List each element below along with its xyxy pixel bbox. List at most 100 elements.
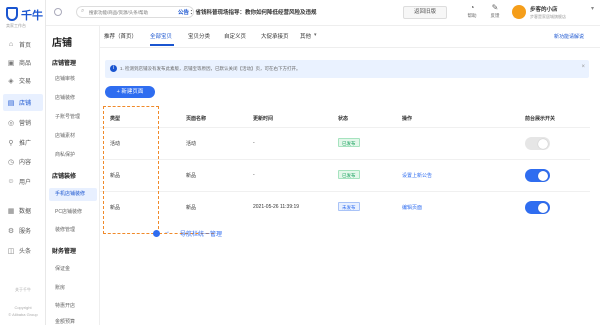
help-label: 帮助 xyxy=(467,13,477,18)
submenu-group-title: 财务管理 xyxy=(52,249,77,255)
rail-item-label: 商品 xyxy=(19,61,32,67)
submenu-item[interactable]: 店铺装修 xyxy=(55,94,75,101)
order-icon: ◈ xyxy=(8,77,14,85)
rail-item-shop[interactable]: ▤ 店铺 xyxy=(3,94,43,111)
alert-text: 1. 检测到店铺没有发布此素版，店铺宝等原因，已默认关闭【活动】页，可在右下方打… xyxy=(120,66,301,71)
main-content: 推荐（首页） 全部宝贝 宝贝分类 自定义页 大促承接页 其他 ▾ 新功能请解说 … xyxy=(100,26,600,325)
shop-subtitle: 步客是家居城旗舰店 xyxy=(530,14,566,19)
user-icon: ☺ xyxy=(7,178,15,185)
arrow-right-icon: → xyxy=(164,229,170,235)
tab-all-items[interactable]: 全部宝贝 xyxy=(150,32,172,40)
rail-item-home[interactable]: ⌂ 首页 xyxy=(3,36,43,53)
active-tab-indicator xyxy=(150,44,174,46)
content-icon: ◷ xyxy=(7,158,15,166)
submenu-item[interactable]: 保证金 xyxy=(55,265,70,272)
display-toggle[interactable] xyxy=(525,137,550,150)
rail-item-label: 营销 xyxy=(19,121,32,127)
new-page-button[interactable]: + 新建页面 xyxy=(105,86,155,98)
submenu-item[interactable]: 商私保护 xyxy=(55,151,75,158)
set-new-notice-link[interactable]: 设置上新公告 xyxy=(402,172,432,179)
display-toggle[interactable] xyxy=(525,201,550,214)
annotation-box xyxy=(103,106,159,234)
info-icon: i xyxy=(110,65,117,72)
submenu-item-active[interactable]: 手机店铺装修 xyxy=(49,188,97,201)
avatar[interactable] xyxy=(512,5,526,19)
column-header: 前台展示开关 xyxy=(525,116,556,122)
tab-promo-landing[interactable]: 大促承接页 xyxy=(261,32,289,40)
submenu-item[interactable]: 特惠开店 xyxy=(55,302,75,309)
tab-home[interactable]: 推荐（首页） xyxy=(104,32,137,40)
edit-page-link[interactable]: 编辑页面 xyxy=(402,204,422,211)
collapse-icon[interactable] xyxy=(54,8,62,16)
search-input[interactable] xyxy=(89,8,189,17)
close-icon[interactable]: × xyxy=(581,64,585,70)
brand-name: 千牛 xyxy=(21,10,43,22)
chevron-down-icon[interactable]: ▾ xyxy=(591,5,594,12)
toggle-knob xyxy=(538,170,548,181)
rail-item-orders[interactable]: ◈ 交易 xyxy=(3,72,43,89)
column-header: 页面名称 xyxy=(186,116,207,122)
toggle-knob xyxy=(538,202,548,213)
cell-updated: - xyxy=(253,172,255,178)
tab-item-category[interactable]: 宝贝分类 xyxy=(188,32,210,40)
help-link[interactable]: 新功能请解说 xyxy=(554,33,584,40)
rail-item-label: 头条 xyxy=(19,249,32,255)
submenu-group-title: 店铺装修 xyxy=(52,174,77,180)
annotation-dot xyxy=(153,230,160,237)
feedback-button[interactable]: ✎ 反馈 xyxy=(485,3,505,19)
rail-item-label: 数据 xyxy=(19,209,32,215)
rail-item-content[interactable]: ◷ 内容 xyxy=(3,153,43,170)
rail-item-data[interactable]: ▦ 数据 xyxy=(3,202,43,219)
search-box[interactable]: ⌕ xyxy=(76,6,194,18)
help-button[interactable]: ◔ 帮助 xyxy=(462,3,482,19)
notice-text[interactable]: ：省钱科普现场指导：教你如何降低经营风险及违规 xyxy=(190,8,317,16)
rail-item-label: 用户 xyxy=(19,180,32,186)
submenu-group-title: 店铺管理 xyxy=(52,61,77,67)
submenu-item[interactable]: 子账号管理 xyxy=(55,113,80,120)
about-link[interactable]: 关于千牛 xyxy=(2,287,44,293)
submenu-item[interactable]: 店铺审核 xyxy=(55,75,75,82)
rail-item-label: 店铺 xyxy=(19,101,32,107)
copyright-owner: © Alibaba Group xyxy=(8,312,38,317)
tab-custom-page[interactable]: 自定义页 xyxy=(224,32,246,40)
submenu-item[interactable]: 店铺素材 xyxy=(55,132,75,139)
annotation-text: 导航栏统一管理 xyxy=(180,232,223,238)
promotion-icon: ⚲ xyxy=(8,139,14,147)
search-icon: ⌕ xyxy=(81,8,85,14)
status-badge: 未发布 xyxy=(338,202,360,211)
rail-item-products[interactable]: ▣ 商品 xyxy=(3,54,43,71)
submenu-item[interactable]: PC店铺装修 xyxy=(55,208,82,215)
left-rail: 千牛 卖家工作台 ⌂ 首页 ▣ 商品 ◈ 交易 ▤ 店铺 ◎ 营销 ⚲ 推广 ◷ 内容 ☺ 用户… xyxy=(0,0,46,325)
table-header: 类型 页面名称 更新时间 状态 操作 前台展示开关 xyxy=(100,109,590,127)
tab-other[interactable]: 其他 xyxy=(300,32,311,40)
brand-logo[interactable]: 千牛 卖家工作台 xyxy=(4,4,44,32)
home-icon: ⌂ xyxy=(8,41,14,48)
rail-item-label: 交易 xyxy=(19,79,32,85)
copyright-text: Copyright xyxy=(14,305,32,310)
display-toggle[interactable] xyxy=(525,169,550,182)
sub-menu: 店铺 店铺管理 店铺审核 店铺装修 子账号管理 店铺素材 商私保护 店铺装修 手… xyxy=(46,0,100,325)
submenu-item[interactable]: 金额预算 xyxy=(55,318,75,325)
submenu-item[interactable]: 账房 xyxy=(55,284,65,291)
status-badge: 已发布 xyxy=(338,138,360,147)
data-icon: ▦ xyxy=(7,207,15,215)
service-icon: ⚙ xyxy=(7,227,15,235)
submenu-title: 店铺 xyxy=(52,38,72,49)
chevron-down-icon[interactable]: ▾ xyxy=(314,32,317,38)
rail-item-service[interactable]: ⚙ 服务 xyxy=(3,222,43,239)
rail-item-users[interactable]: ☺ 用户 xyxy=(3,173,43,190)
rail-item-label: 推广 xyxy=(19,141,32,147)
table-row: 新品 新品 2021-05-26 11:39:19 未发布 编辑页面 xyxy=(100,191,590,223)
shop-name[interactable]: 步客的小店 xyxy=(530,5,558,13)
submenu-item[interactable]: 装修管理 xyxy=(55,226,75,233)
tabs-divider xyxy=(100,47,600,48)
shop-icon: ▤ xyxy=(7,99,15,107)
rail-item-promotion[interactable]: ⚲ 推广 xyxy=(3,134,43,151)
status-badge: 已发布 xyxy=(338,170,360,179)
back-to-old-version-button[interactable]: 返回旧版 xyxy=(403,6,447,19)
help-icon: ◔ xyxy=(469,3,475,12)
toggle-knob xyxy=(538,138,548,149)
info-alert: i 1. 检测到店铺没有发布此素版，店铺宝等原因，已默认关闭【活动】页，可在右下… xyxy=(105,60,589,78)
rail-item-headlines[interactable]: ◫ 头条 xyxy=(3,242,43,259)
rail-item-marketing[interactable]: ◎ 营销 xyxy=(3,114,43,131)
